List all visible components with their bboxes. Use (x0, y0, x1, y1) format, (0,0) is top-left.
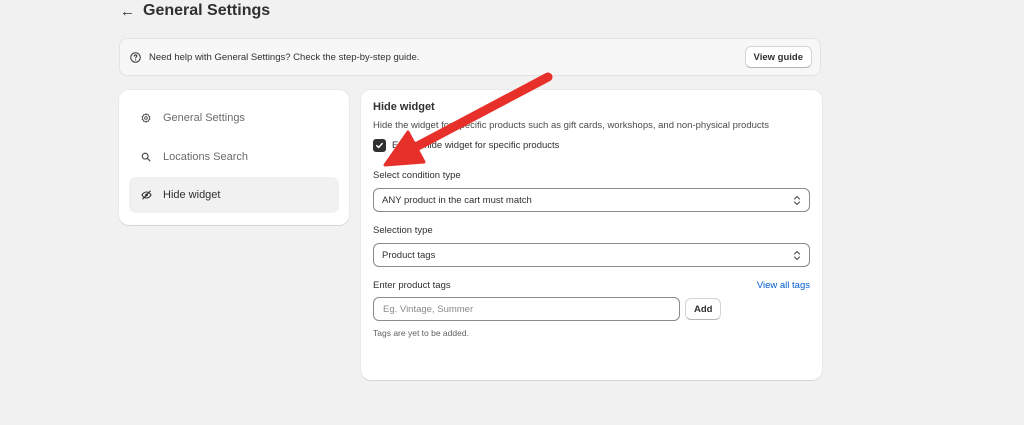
sidebar-item-locations-search[interactable]: Locations Search (129, 139, 339, 175)
eye-off-icon (141, 190, 155, 200)
view-all-tags-link[interactable]: View all tags (757, 280, 810, 291)
settings-sidebar: General Settings Locations Search Hide w… (119, 90, 349, 225)
view-guide-button[interactable]: View guide (744, 46, 812, 68)
enable-hide-widget-row: Enable hide widget for specific products (373, 139, 810, 152)
selection-type-select[interactable]: Product tags (373, 243, 810, 267)
tags-helper-text: Tags are yet to be added. (373, 328, 469, 338)
question-circle-icon (130, 51, 141, 63)
product-tags-header: Enter product tags View all tags (373, 280, 810, 291)
product-tags-label: Enter product tags (373, 280, 451, 291)
product-tags-row: Add (373, 297, 810, 321)
checkmark-icon (376, 142, 383, 149)
selection-type-label: Selection type (373, 225, 433, 236)
sidebar-item-label: Hide widget (163, 189, 221, 201)
banner-text: Need help with General Settings? Check t… (149, 51, 420, 63)
page-title: General Settings (143, 2, 271, 19)
sidebar-item-label: General Settings (163, 112, 245, 124)
condition-type-select[interactable]: ANY product in the cart must match (373, 188, 810, 212)
chevron-up-down-icon (793, 250, 801, 261)
checkbox-label: Enable hide widget for specific products (392, 140, 560, 151)
sidebar-item-hide-widget[interactable]: Hide widget (129, 177, 339, 213)
search-icon (141, 152, 155, 162)
gear-icon (141, 113, 155, 123)
chevron-up-down-icon (793, 195, 801, 206)
enable-hide-widget-checkbox[interactable] (373, 139, 386, 152)
section-description: Hide the widget for specific products su… (373, 120, 770, 131)
condition-type-label: Select condition type (373, 170, 461, 181)
selection-type-value: Product tags (382, 249, 436, 261)
sidebar-item-label: Locations Search (163, 150, 248, 163)
add-tag-button[interactable]: Add (685, 298, 722, 320)
section-title: Hide widget (373, 101, 435, 113)
help-banner: Need help with General Settings? Check t… (119, 38, 821, 76)
product-tags-input[interactable] (373, 297, 680, 321)
hide-widget-card: Hide widget Hide the widget for specific… (361, 90, 822, 380)
condition-type-value: ANY product in the cart must match (382, 194, 532, 206)
arrow-left-icon[interactable]: ← (120, 3, 140, 20)
page-header: ← General Settings (120, 0, 270, 22)
sidebar-item-general-settings[interactable]: General Settings (129, 100, 339, 136)
